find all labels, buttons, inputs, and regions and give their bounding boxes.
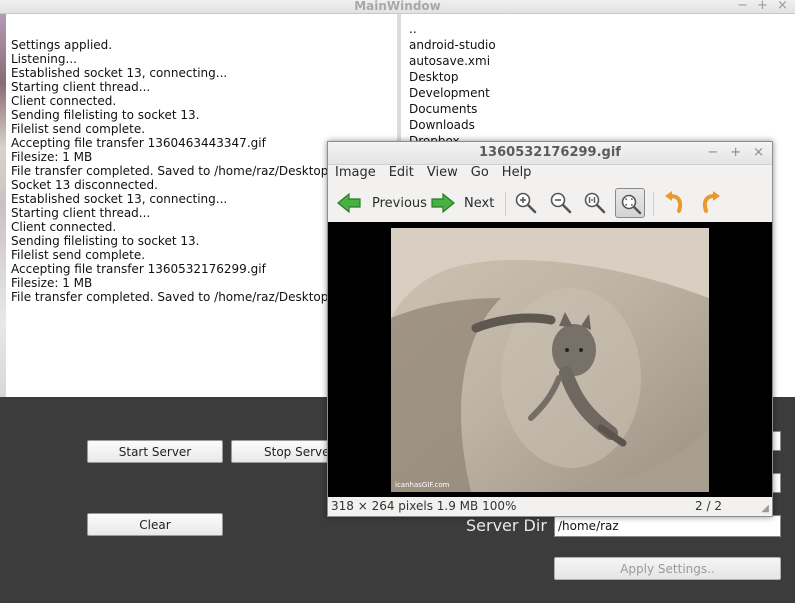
arrow-left-icon xyxy=(337,192,361,214)
rotate-right-icon xyxy=(702,191,720,213)
image-viewer-window: 1360532176299.gif − + × Image Edit View … xyxy=(327,141,773,517)
menu-go[interactable]: Go xyxy=(464,164,495,184)
log-line: Socket 13 disconnected. xyxy=(11,178,158,192)
log-lines: Settings applied. Listening... Established… xyxy=(11,38,328,304)
rotate-left-button[interactable] xyxy=(663,190,687,216)
log-line: Settings applied. xyxy=(11,38,113,52)
log-line: Established socket 13, connecting... xyxy=(11,192,228,206)
close-icon[interactable]: × xyxy=(777,0,788,13)
server-dir-input[interactable]: /home/raz xyxy=(554,515,781,537)
log-line: Accepting file transfer 1360463443347.gi… xyxy=(11,136,266,150)
viewer-title: 1360532176299.gif xyxy=(479,145,621,160)
apply-settings-button[interactable]: Apply Settings.. xyxy=(554,557,781,580)
file-list-item[interactable]: .. xyxy=(409,21,496,37)
log-line: Client connected. xyxy=(11,94,117,108)
log-line: Sending filelisting to socket 13. xyxy=(11,108,200,122)
minimize-icon[interactable]: − xyxy=(737,0,748,13)
image-canvas[interactable]: icanhasGIF.com xyxy=(328,222,772,497)
resize-grip-icon[interactable]: ◢ xyxy=(761,503,769,514)
kitten-photo: icanhasGIF.com xyxy=(391,228,709,492)
image-info: 318 × 264 pixels 1.9 MB 100% xyxy=(331,499,517,513)
clear-button[interactable]: Clear xyxy=(87,513,223,536)
log-line: Listening... xyxy=(11,52,77,66)
next-button[interactable]: Next xyxy=(430,190,494,216)
log-line: Accepting file transfer 1360532176299.gi… xyxy=(11,262,266,276)
viewer-toolbar: Previous Next xyxy=(328,186,772,220)
file-list-item[interactable]: autosave.xmi xyxy=(409,53,496,69)
menu-image[interactable]: Image xyxy=(328,164,382,184)
menu-help[interactable]: Help xyxy=(495,164,538,184)
close-icon[interactable]: × xyxy=(753,145,764,160)
viewer-menubar: Image Edit View Go Help xyxy=(328,164,772,184)
main-window-controls: − + × xyxy=(737,0,788,13)
log-line: Filesize: 1 MB xyxy=(11,276,93,290)
zoom-fit-button[interactable] xyxy=(615,188,645,218)
previous-label: Previous xyxy=(372,195,427,211)
log-line: Starting client thread... xyxy=(11,80,151,94)
log-line: Filelist send complete. xyxy=(11,122,146,136)
previous-button[interactable]: Previous xyxy=(336,190,427,216)
toolbar-separator xyxy=(505,192,506,216)
maximize-icon[interactable]: + xyxy=(730,145,741,160)
toolbar-separator xyxy=(653,192,654,216)
log-line: File transfer completed. Saved to /home/… xyxy=(11,290,329,304)
log-line: Established socket 13, connecting... xyxy=(11,66,228,80)
log-line: File transfer completed. Saved to /home/… xyxy=(11,164,329,178)
settings-field-2[interactable] xyxy=(772,473,781,493)
file-list-item[interactable]: Desktop xyxy=(409,69,496,85)
log-line: Starting client thread... xyxy=(11,206,151,220)
image-watermark: icanhasGIF.com xyxy=(395,481,450,489)
log-line: Client connected. xyxy=(11,220,117,234)
menu-edit[interactable]: Edit xyxy=(382,164,420,184)
zoom-in-icon xyxy=(515,192,537,214)
viewer-window-controls: − + × xyxy=(707,145,764,160)
zoom-fit-icon xyxy=(621,194,642,215)
maximize-icon[interactable]: + xyxy=(757,0,768,13)
rotate-right-button[interactable] xyxy=(698,190,722,216)
file-list-item[interactable]: Downloads xyxy=(409,117,496,133)
arrow-right-icon xyxy=(431,192,455,214)
viewer-titlebar[interactable]: 1360532176299.gif − + × xyxy=(328,142,772,165)
image-position: 2 / 2 xyxy=(695,499,722,513)
minimize-icon[interactable]: − xyxy=(707,145,718,160)
server-dir-label: Server Dir xyxy=(466,516,547,535)
next-label: Next xyxy=(464,195,495,211)
log-line: Sending filelisting to socket 13. xyxy=(11,234,200,248)
file-list-item[interactable]: android-studio xyxy=(409,37,496,53)
settings-field-1[interactable] xyxy=(772,431,781,451)
zoom-normal-button[interactable] xyxy=(583,190,607,216)
log-line: Filelist send complete. xyxy=(11,248,146,262)
rotate-left-icon xyxy=(665,191,683,213)
main-titlebar[interactable]: MainWindow − + × xyxy=(0,0,795,14)
file-list: .. android-studio autosave.xmi Desktop Devel… xyxy=(409,21,496,149)
main-window-title: MainWindow xyxy=(354,0,441,13)
zoom-out-icon xyxy=(550,192,572,214)
log-line: Filesize: 1 MB xyxy=(11,150,93,164)
viewer-statusbar: 318 × 264 pixels 1.9 MB 100% 2 / 2 ◢ xyxy=(328,497,772,516)
zoom-original-icon xyxy=(584,192,606,214)
start-server-button[interactable]: Start Server xyxy=(87,440,223,463)
file-list-item[interactable]: Development xyxy=(409,85,496,101)
zoom-out-button[interactable] xyxy=(549,190,573,216)
menu-view[interactable]: View xyxy=(420,164,464,184)
zoom-in-button[interactable] xyxy=(514,190,538,216)
file-list-item[interactable]: Documents xyxy=(409,101,496,117)
